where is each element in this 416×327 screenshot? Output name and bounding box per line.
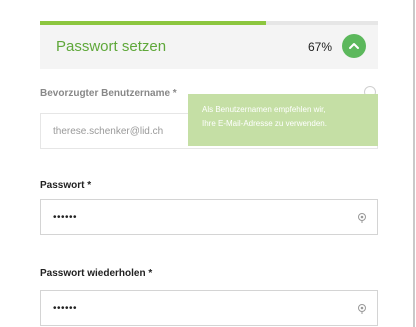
tooltip-line-2: Ihre E-Mail-Adresse zu verwenden. <box>202 119 327 128</box>
progress-bar <box>40 21 267 25</box>
password-repeat-field[interactable]: •••••• <box>40 290 378 326</box>
section-title: Passwort setzen <box>56 38 167 55</box>
password-field[interactable]: •••••• <box>40 199 378 235</box>
eye-icon[interactable] <box>357 212 367 224</box>
eye-icon[interactable] <box>357 303 367 315</box>
password-repeat-value: •••••• <box>53 302 78 314</box>
section-header: Passwort setzen 67% <box>40 21 378 69</box>
chevron-up-icon <box>349 43 359 49</box>
username-label: Bevorzugter Benutzername * <box>40 88 177 99</box>
page-border <box>413 0 415 327</box>
tooltip-line-1: Als Benutzernamen empfehlen wir, <box>202 105 326 114</box>
username-value: therese.schenker@lid.ch <box>53 125 164 137</box>
progress-track <box>40 21 378 25</box>
username-tooltip: Als Benutzernamen empfehlen wir, Ihre E-… <box>188 94 378 146</box>
password-repeat-label: Passwort wiederholen * <box>40 268 153 279</box>
collapse-button[interactable] <box>342 34 366 58</box>
progress-percent: 67% <box>308 40 333 54</box>
password-label: Passwort * <box>40 180 92 191</box>
password-value: •••••• <box>53 211 78 223</box>
